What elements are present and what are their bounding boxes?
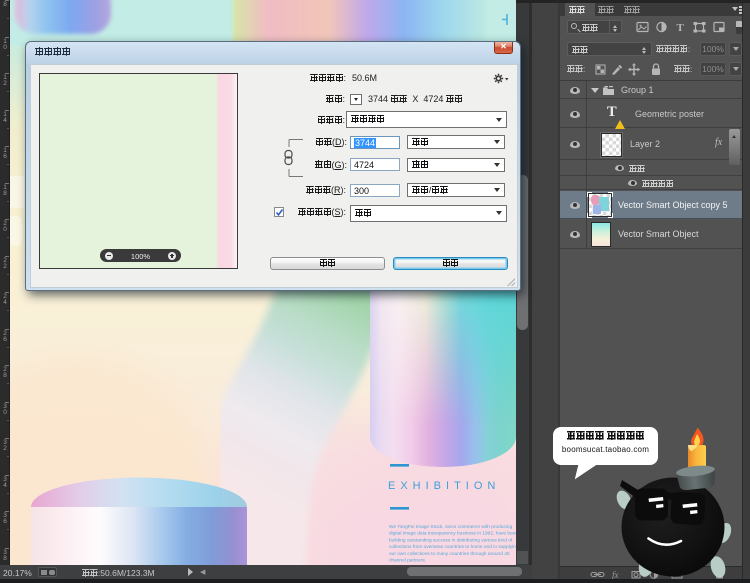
svg-text:digital image data transparenc: digital image data transparency business… — [389, 531, 516, 537]
svg-text:collections from overseas coun: collections from overseas countries to h… — [389, 544, 516, 550]
svg-text:our own collections to many co: our own collections to many countries th… — [389, 551, 510, 557]
svg-text:We TongFei Image Stock, since: We TongFei Image Stock, since commerce w… — [389, 524, 513, 530]
svg-text:building outstanding success i: building outstanding success in distribu… — [389, 537, 513, 543]
svg-text:EXHIBITION: EXHIBITION — [388, 480, 500, 492]
svg-text:T: T — [677, 22, 685, 33]
svg-text:channel partners.: channel partners. — [389, 558, 426, 564]
